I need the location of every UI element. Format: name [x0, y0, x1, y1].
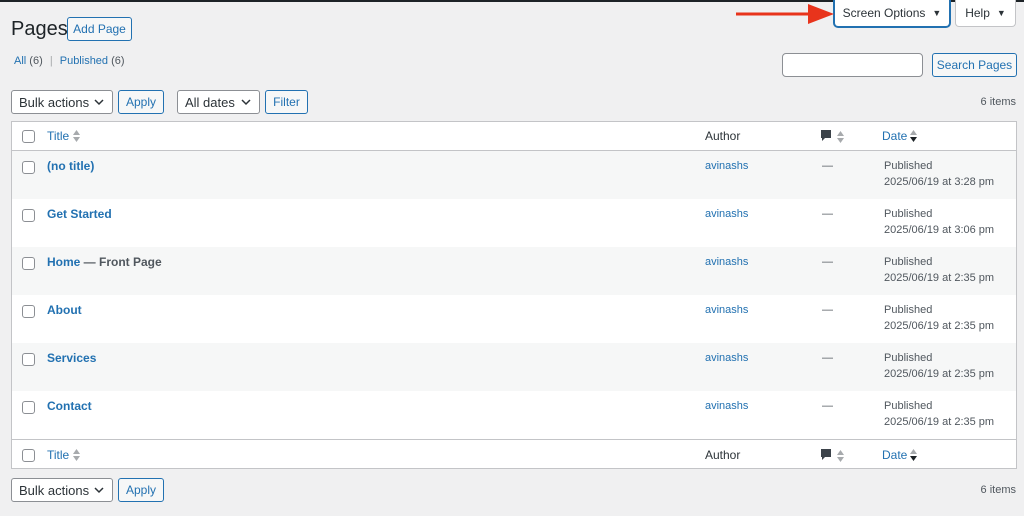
select-all-checkbox[interactable]: [22, 449, 35, 462]
speech-bubble-icon: [820, 448, 832, 464]
comments-count: —: [822, 208, 833, 220]
author-link[interactable]: avinashs: [705, 160, 748, 172]
chevron-down-icon: [93, 484, 105, 496]
search-pages-button[interactable]: Search Pages: [932, 53, 1017, 77]
help-button[interactable]: Help ▼: [955, 0, 1016, 27]
author-column-footer: Author: [705, 448, 741, 462]
sort-arrows-icon: [73, 449, 81, 461]
sort-desc-icon: [910, 449, 918, 461]
speech-bubble-icon: [820, 129, 832, 145]
items-count: 6 items: [980, 96, 1016, 108]
bulk-actions-value: Bulk actions: [19, 482, 90, 498]
screen-options-label: Screen Options: [842, 6, 926, 20]
dates-select[interactable]: All dates: [177, 90, 260, 114]
date-cell: Published 2025/06/19 at 2:35 pm: [884, 256, 995, 284]
screen-options-button[interactable]: Screen Options ▼: [834, 0, 950, 27]
row-checkbox[interactable]: [22, 209, 35, 222]
help-label: Help: [965, 6, 990, 20]
comments-column-header[interactable]: [820, 129, 844, 145]
sort-arrows-icon: [837, 131, 844, 143]
table-footer: Title Author Date: [12, 440, 1016, 468]
sort-arrows-icon: [73, 130, 81, 142]
page-title-link[interactable]: (no title): [47, 159, 94, 173]
date-column-header[interactable]: Date: [882, 129, 918, 143]
author-link[interactable]: avinashs: [705, 352, 748, 364]
comments-count: —: [822, 400, 833, 412]
author-column-header: Author: [705, 129, 741, 143]
table-header: Title Author Date: [12, 122, 1016, 150]
bulk-actions-value: Bulk actions: [19, 94, 90, 110]
table-row: About avinashs — Published 2025/06/19 at …: [12, 295, 1016, 343]
filter-all-count: (6): [29, 55, 43, 67]
items-count-bottom: 6 items: [980, 484, 1016, 496]
caret-down-icon: ▼: [932, 8, 942, 18]
filter-published-count: (6): [111, 55, 125, 67]
select-all-checkbox[interactable]: [22, 130, 35, 143]
date-cell: Published 2025/06/19 at 2:35 pm: [884, 304, 995, 332]
date-footer-label: Date: [882, 448, 908, 462]
sort-arrows-icon: [837, 450, 844, 462]
title-footer-label: Title: [47, 448, 70, 462]
chevron-down-icon: [240, 96, 252, 108]
date-cell: Published 2025/06/19 at 2:35 pm: [884, 400, 995, 428]
dates-value: All dates: [185, 94, 235, 110]
date-header-label: Date: [882, 129, 908, 143]
filter-separator: |: [49, 55, 53, 67]
comments-column-footer[interactable]: [820, 448, 844, 464]
comments-count: —: [822, 352, 833, 364]
row-checkbox[interactable]: [22, 305, 35, 318]
date-column-footer[interactable]: Date: [882, 448, 918, 462]
date-cell: Published 2025/06/19 at 2:35 pm: [884, 352, 995, 380]
sort-desc-icon: [910, 130, 918, 142]
table-row: Contact avinashs — Published 2025/06/19 a…: [12, 391, 1016, 439]
bulk-actions-select[interactable]: Bulk actions: [11, 90, 113, 114]
pages-table: Title Author Date (no title) avinashs — …: [11, 121, 1017, 469]
page-title-link[interactable]: Home — Front Page: [47, 255, 162, 269]
apply-button[interactable]: Apply: [118, 90, 164, 114]
table-row: Services avinashs — Published 2025/06/19 …: [12, 343, 1016, 391]
title-column-header[interactable]: Title: [47, 129, 81, 143]
page-title: Pages: [11, 18, 68, 40]
row-checkbox[interactable]: [22, 353, 35, 366]
date-cell: Published 2025/06/19 at 3:28 pm: [884, 160, 995, 188]
row-checkbox[interactable]: [22, 257, 35, 270]
comments-count: —: [822, 304, 833, 316]
author-link[interactable]: avinashs: [705, 304, 748, 316]
author-link[interactable]: avinashs: [705, 256, 748, 268]
status-filter-links: All (6) | Published (6): [14, 55, 125, 67]
bulk-actions-select-bottom[interactable]: Bulk actions: [11, 478, 113, 502]
table-row: (no title) avinashs — Published 2025/06/1…: [12, 151, 1016, 199]
page-title-link[interactable]: Get Started: [47, 207, 112, 221]
author-link[interactable]: avinashs: [705, 208, 748, 220]
table-row: Get Started avinashs — Published 2025/06/…: [12, 199, 1016, 247]
page-title-link[interactable]: Contact: [47, 399, 92, 413]
search-input[interactable]: [782, 53, 923, 77]
page-title-link[interactable]: About: [47, 303, 82, 317]
title-header-label: Title: [47, 129, 70, 143]
page-title-link[interactable]: Services: [47, 351, 96, 365]
filter-all-link[interactable]: All: [14, 55, 26, 67]
filter-published-link[interactable]: Published: [60, 55, 108, 67]
caret-down-icon: ▼: [996, 8, 1006, 18]
chevron-down-icon: [93, 96, 105, 108]
add-page-button[interactable]: Add Page: [67, 17, 132, 41]
table-row: Home — Front Page avinashs — Published 20…: [12, 247, 1016, 295]
row-checkbox[interactable]: [22, 401, 35, 414]
comments-count: —: [822, 160, 833, 172]
filter-button[interactable]: Filter: [265, 90, 308, 114]
apply-button-bottom[interactable]: Apply: [118, 478, 164, 502]
author-link[interactable]: avinashs: [705, 400, 748, 412]
title-column-footer[interactable]: Title: [47, 448, 81, 462]
red-arrow-annotation-icon: [736, 4, 834, 24]
date-cell: Published 2025/06/19 at 3:06 pm: [884, 208, 995, 236]
comments-count: —: [822, 256, 833, 268]
row-checkbox[interactable]: [22, 161, 35, 174]
